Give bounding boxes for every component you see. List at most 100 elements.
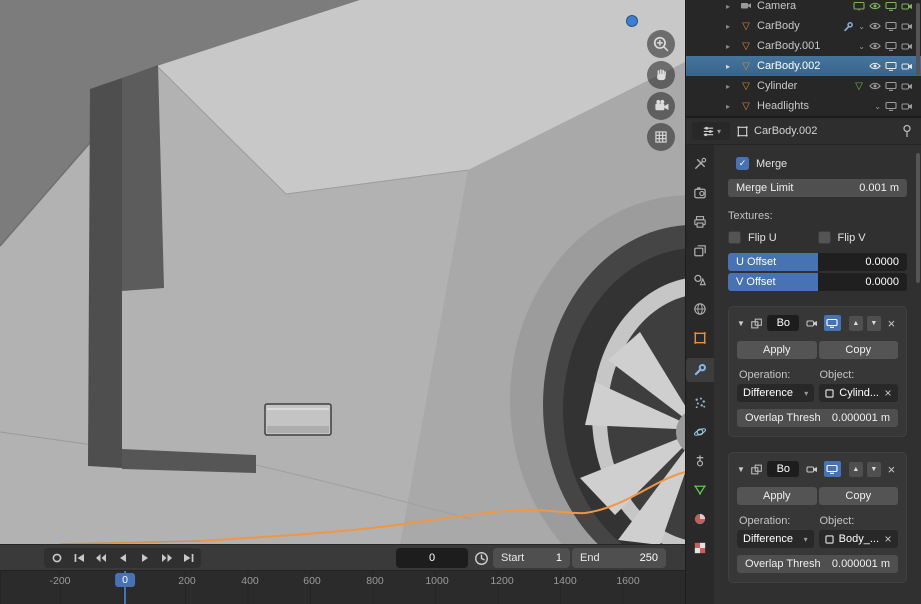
close-icon[interactable]: × — [885, 463, 898, 476]
monitor-icon[interactable] — [885, 101, 897, 111]
eye-icon[interactable] — [869, 41, 881, 51]
flip-u-checkbox[interactable] — [728, 231, 741, 244]
zoom-icon[interactable] — [647, 30, 675, 58]
tab-texture[interactable] — [686, 539, 714, 556]
render-camera-icon[interactable] — [901, 21, 913, 31]
record-icon[interactable] — [46, 548, 67, 568]
current-frame-field[interactable]: 0 — [396, 548, 468, 568]
outliner-label[interactable]: Headlights — [757, 100, 874, 112]
collapse-icon[interactable]: ▼ — [737, 465, 746, 474]
tab-particles[interactable] — [686, 394, 714, 411]
u-offset-field[interactable]: U Offset 0.0000 — [728, 253, 907, 271]
hand-icon[interactable] — [647, 61, 675, 89]
move-down-button[interactable]: ▼ — [866, 315, 881, 331]
clear-object-icon[interactable]: × — [883, 533, 893, 545]
collapse-icon[interactable]: ▼ — [737, 319, 746, 328]
expand-icon[interactable]: ▸ — [726, 22, 738, 31]
eye-icon[interactable] — [869, 81, 881, 91]
tab-scene[interactable] — [686, 271, 714, 288]
move-up-button[interactable]: ▲ — [848, 315, 863, 331]
chevron-down-icon[interactable]: ⌄ — [874, 102, 881, 111]
breadcrumb-object-name[interactable]: CarBody.002 — [754, 125, 817, 137]
outliner-row-cylinder[interactable]: ▸ ▽ Cylinder ▽ — [686, 76, 921, 96]
apply-button[interactable]: Apply — [737, 487, 817, 505]
monitor-icon[interactable] — [885, 21, 897, 31]
prev-keyframe-icon[interactable] — [90, 548, 111, 568]
expand-icon[interactable]: ▸ — [726, 2, 738, 11]
expand-icon[interactable]: ▸ — [726, 42, 738, 51]
pin-icon[interactable] — [901, 124, 913, 138]
copy-button[interactable]: Copy — [818, 341, 898, 359]
jump-end-icon[interactable] — [178, 548, 199, 568]
viewport-display-toggle-icon[interactable] — [824, 461, 841, 477]
operation-dropdown[interactable]: Difference ▾ — [737, 530, 814, 548]
tab-material[interactable] — [686, 510, 714, 527]
monitor-icon[interactable] — [885, 1, 897, 11]
play-reverse-icon[interactable] — [112, 548, 133, 568]
3d-viewport[interactable]: 0 Start 1 End 250 -200 0 200 400 — [0, 0, 685, 604]
overlap-threshold-slider[interactable]: Overlap Thresh 0.000001 m — [737, 555, 898, 573]
tab-tool[interactable] — [686, 155, 714, 172]
outliner-row-headlights[interactable]: ▸ ▽ Headlights ⌄ — [686, 96, 921, 116]
expand-icon[interactable]: ▸ — [726, 82, 738, 91]
apply-button[interactable]: Apply — [737, 341, 817, 359]
move-down-button[interactable]: ▼ — [866, 461, 881, 477]
expand-icon[interactable]: ▸ — [726, 62, 738, 71]
editor-type-button[interactable]: ▾ — [692, 122, 730, 140]
timeline-ruler[interactable]: -200 0 200 400 600 800 1000 1200 1400 16… — [0, 571, 685, 604]
tab-object[interactable] — [686, 329, 714, 346]
monitor-icon[interactable] — [885, 81, 897, 91]
render-toggle-icon[interactable] — [803, 461, 820, 477]
outliner-row-carbody001[interactable]: ▸ ▽ CarBody.001 ⌄ — [686, 36, 921, 56]
outliner-row-camera[interactable]: ▸ Camera — [686, 0, 921, 16]
merge-limit-slider[interactable]: Merge Limit 0.001 m — [728, 179, 907, 197]
modifier-header[interactable]: ▼ Bo ▲ ▼ × — [737, 460, 898, 478]
outliner-label[interactable]: Camera — [757, 0, 853, 12]
start-frame-field[interactable]: Start 1 — [493, 548, 570, 568]
modifier-header[interactable]: ▼ Bo ▲ ▼ × — [737, 314, 898, 332]
camera-view-icon[interactable] — [647, 92, 675, 120]
outliner-label[interactable]: CarBody.002 — [757, 60, 869, 72]
render-toggle-icon[interactable] — [803, 315, 820, 331]
outliner-label[interactable]: Cylinder — [757, 80, 853, 92]
chevron-down-icon[interactable]: ⌄ — [858, 42, 865, 51]
flip-v-checkbox[interactable] — [817, 231, 831, 244]
hide-viewport-icon[interactable] — [853, 1, 865, 11]
render-camera-icon[interactable] — [901, 61, 913, 71]
eye-icon[interactable] — [869, 61, 881, 71]
eye-icon[interactable] — [869, 21, 881, 31]
next-keyframe-icon[interactable] — [156, 548, 177, 568]
end-frame-field[interactable]: End 250 — [572, 548, 666, 568]
object-selector[interactable]: Body_... × — [818, 530, 898, 548]
render-camera-icon[interactable] — [901, 81, 913, 91]
tab-view-layer[interactable] — [686, 242, 714, 259]
tab-constraints[interactable] — [686, 452, 714, 469]
jump-start-icon[interactable] — [68, 548, 89, 568]
tab-render[interactable] — [686, 184, 714, 201]
tab-object-data[interactable] — [686, 481, 714, 498]
tab-output[interactable] — [686, 213, 714, 230]
merge-checkbox[interactable]: ✓ — [736, 157, 749, 170]
outliner-label[interactable]: CarBody.001 — [757, 40, 858, 52]
modifier-wrench-icon[interactable] — [842, 21, 854, 32]
navigation-axis-dot[interactable] — [626, 15, 638, 27]
object-selector[interactable]: Cylind... × — [819, 384, 898, 402]
viewport-display-toggle-icon[interactable] — [824, 315, 841, 331]
outliner-row-carbody002[interactable]: ▸ ▽ CarBody.002 — [686, 56, 921, 76]
modifier-name-field[interactable]: Bo — [767, 461, 800, 477]
tab-world[interactable] — [686, 300, 714, 317]
copy-button[interactable]: Copy — [818, 487, 898, 505]
close-icon[interactable]: × — [885, 317, 898, 330]
overlap-threshold-slider[interactable]: Overlap Thresh 0.000001 m — [737, 409, 898, 427]
eye-icon[interactable] — [869, 1, 881, 11]
render-camera-icon[interactable] — [901, 1, 913, 11]
operation-dropdown[interactable]: Difference ▾ — [737, 384, 815, 402]
tab-modifiers[interactable] — [686, 358, 714, 382]
outliner-row-carbody[interactable]: ▸ ▽ CarBody ⌄ — [686, 16, 921, 36]
playhead-badge[interactable]: 0 — [115, 573, 135, 587]
modifier-name-field[interactable]: Bo — [767, 315, 800, 331]
chevron-down-icon[interactable]: ⌄ — [858, 22, 865, 31]
outliner-label[interactable]: CarBody — [757, 20, 842, 32]
render-camera-icon[interactable] — [901, 41, 913, 51]
play-icon[interactable] — [134, 548, 155, 568]
